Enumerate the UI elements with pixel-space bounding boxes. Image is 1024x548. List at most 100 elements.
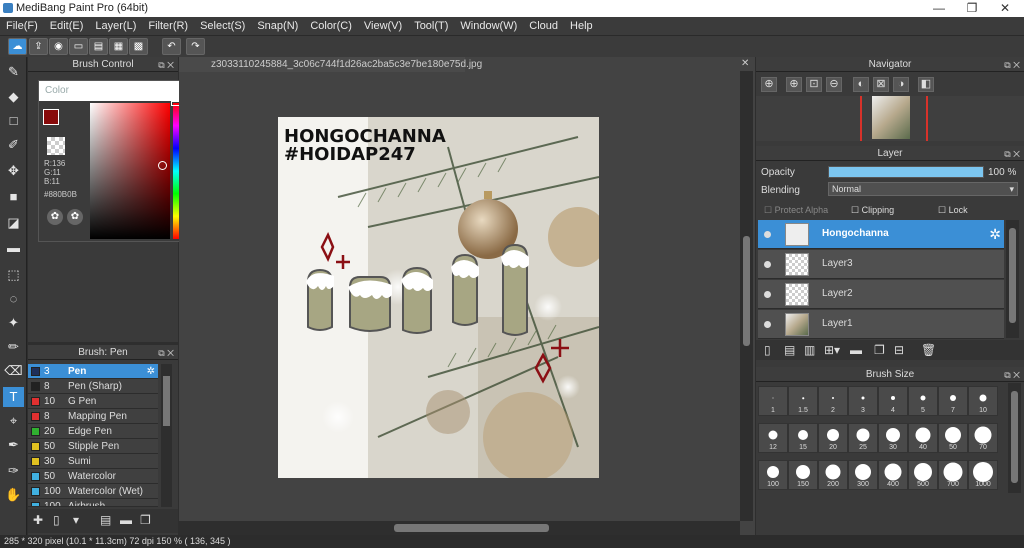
redo-icon[interactable]: ↷ (186, 38, 205, 55)
gradient-tool-icon[interactable]: ▬ (3, 238, 24, 258)
brush-size-cell[interactable]: 700 (938, 460, 968, 490)
brush-size-cell[interactable]: 300 (848, 460, 878, 490)
brush-tool-icon[interactable]: ✎ (3, 62, 24, 82)
brush-item[interactable]: 50 Watercolor (28, 469, 158, 484)
flip-icon[interactable]: ◧ (918, 77, 934, 92)
chat-icon[interactable]: ◉ (49, 38, 68, 55)
brush-size-cell[interactable]: 50 (938, 423, 968, 453)
brush-list-scrollbar[interactable] (161, 364, 172, 507)
new-brush-icon[interactable]: ▯ (53, 513, 60, 527)
new-halftone-layer-icon[interactable]: ▥ (804, 343, 815, 357)
layer-row[interactable]: Hongochanna ✲ (758, 220, 1004, 249)
scrollbar-thumb[interactable] (1009, 228, 1016, 323)
visibility-icon[interactable] (764, 321, 771, 328)
dot-pen-tool-icon[interactable]: ✐ (3, 135, 24, 155)
visibility-icon[interactable] (764, 291, 771, 298)
upload-icon[interactable]: ⇪ (29, 38, 48, 55)
delete-layer-icon[interactable]: 🗑 (921, 343, 936, 357)
scrollbar-thumb[interactable] (394, 524, 549, 532)
brush-item[interactable]: 100 Watercolor (Wet) (28, 484, 158, 499)
brush-item[interactable]: 8 Mapping Pen (28, 409, 158, 424)
zoom-icon[interactable]: ⊕ (761, 77, 777, 92)
menu-file[interactable]: File(F) (0, 17, 44, 35)
panel-close-icon[interactable]: ⧉ ✕ (1004, 368, 1020, 383)
cloud-icon[interactable]: ☁ (8, 38, 27, 55)
rectangle-tool-icon[interactable]: □ (3, 111, 24, 131)
menu-layer[interactable]: Layer(L) (89, 17, 142, 35)
hand-tool-icon[interactable]: ✋ (3, 485, 24, 505)
rotate-right-icon[interactable]: ◑ (893, 77, 909, 92)
panel-close-icon[interactable]: ⧉ ✕ (158, 346, 174, 361)
brush-menu-icon[interactable]: ▾ (73, 513, 79, 527)
brush-item[interactable]: 8 Pen (Sharp) (28, 379, 158, 394)
lasso-tool-icon[interactable]: ◌ (3, 289, 24, 309)
eyedropper-tool-icon[interactable]: ✒ (3, 435, 24, 455)
brush-item[interactable]: 50 Stipple Pen (28, 439, 158, 454)
brush-size-cell[interactable]: 1.5 (788, 386, 818, 416)
brush-size-cell[interactable]: 20 (818, 423, 848, 453)
palette-icon[interactable]: ✿ (47, 209, 63, 225)
navigator-preview[interactable] (756, 96, 1024, 141)
panel-close-icon[interactable]: ⧉ ✕ (1004, 147, 1020, 162)
add-layer-menu-icon[interactable]: ⊞▾ (824, 343, 840, 357)
brush-item[interactable]: 20 Edge Pen (28, 424, 158, 439)
menu-color[interactable]: Color(C) (304, 17, 358, 35)
menu-edit[interactable]: Edit(E) (44, 17, 90, 35)
panel-close-icon[interactable]: ⧉ ✕ (1004, 58, 1020, 73)
brush-size-cell[interactable]: 25 (848, 423, 878, 453)
document-icon[interactable]: ▤ (89, 38, 108, 55)
merge-layer-icon[interactable]: ⊟ (894, 343, 904, 357)
new-layer-icon[interactable]: ▯ (764, 343, 771, 357)
rotate-left-icon[interactable]: ◐ (853, 77, 869, 92)
brush-size-cell[interactable]: 4 (878, 386, 908, 416)
brush-size-cell[interactable]: 400 (878, 460, 908, 490)
brush-size-cell[interactable]: 10 (968, 386, 998, 416)
panel-close-icon[interactable]: ⧉ ✕ (158, 58, 174, 73)
scrollbar-thumb[interactable] (1011, 391, 1018, 483)
scrollbar-thumb[interactable] (743, 236, 750, 346)
undo-icon[interactable]: ↶ (162, 38, 181, 55)
operation-tool-icon[interactable]: ⌖ (3, 411, 24, 431)
comment-icon[interactable]: ▭ (69, 38, 88, 55)
fill-rect-tool-icon[interactable]: ■ (3, 187, 24, 207)
brush-item[interactable]: 3 Pen ✲ (28, 364, 158, 379)
document-canvas[interactable]: HONGOCHANNA #HOIDAP247 (278, 117, 599, 478)
canvas-area[interactable]: z3033110245884_3c06c744f1d26ac2ba5c3e7be… (179, 57, 755, 535)
brush-size-cell[interactable]: 200 (818, 460, 848, 490)
brush-size-cell[interactable]: 150 (788, 460, 818, 490)
brush-item[interactable]: 10 G Pen (28, 394, 158, 409)
brush-size-cell[interactable]: 12 (758, 423, 788, 453)
brush-size-cell[interactable]: 500 (908, 460, 938, 490)
layer-scrollbar[interactable] (1006, 220, 1019, 338)
brush-size-cell[interactable]: 70 (968, 423, 998, 453)
layer-row[interactable]: Layer1 (758, 310, 1004, 339)
maximize-button[interactable]: ❐ (955, 0, 989, 17)
brush-size-cell[interactable]: 40 (908, 423, 938, 453)
sv-cursor[interactable] (158, 161, 167, 170)
magic-wand-tool-icon[interactable]: ✦ (3, 313, 24, 333)
scrollbar-thumb[interactable] (163, 376, 170, 426)
pen-tool-icon[interactable]: ✑ (3, 461, 24, 481)
menu-select[interactable]: Select(S) (194, 17, 251, 35)
menu-cloud[interactable]: Cloud (523, 17, 564, 35)
brush-size-cell[interactable]: 15 (788, 423, 818, 453)
move-tool-icon[interactable]: ✥ (3, 161, 24, 181)
brush-item[interactable]: 30 Sumi (28, 454, 158, 469)
brush-settings-icon[interactable]: ▤ (100, 513, 111, 527)
layer-row[interactable]: Layer2 (758, 280, 1004, 309)
brush-size-cell[interactable]: 100 (758, 460, 788, 490)
layer-row[interactable]: Layer3 (758, 250, 1004, 279)
menu-window[interactable]: Window(W) (454, 17, 523, 35)
close-button[interactable]: ✕ (988, 0, 1022, 17)
fit-icon[interactable]: ⊡ (806, 77, 822, 92)
bucket-tool-icon[interactable]: ◪ (3, 213, 24, 233)
new-color-layer-icon[interactable]: ▤ (784, 343, 795, 357)
gear-icon[interactable]: ✲ (989, 226, 1001, 243)
saturation-value-picker[interactable] (90, 103, 170, 239)
brush-size-cell[interactable]: 3 (848, 386, 878, 416)
grid-icon[interactable]: ▩ (129, 38, 148, 55)
zoom-out-icon[interactable]: ⊖ (826, 77, 842, 92)
document-tab[interactable]: z3033110245884_3c06c744f1d26ac2ba5c3e7be… (179, 57, 482, 72)
add-brush-icon[interactable]: ✚ (33, 513, 43, 527)
brush-size-scrollbar[interactable] (1008, 383, 1021, 493)
